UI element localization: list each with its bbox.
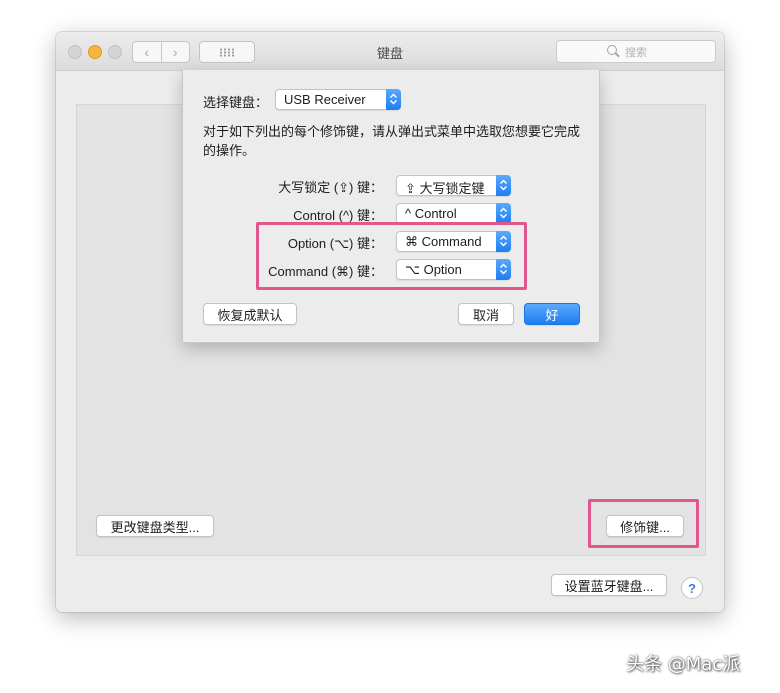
search-input[interactable]: 搜索 — [556, 40, 716, 63]
help-button[interactable]: ? — [681, 577, 703, 599]
keyboard-select[interactable]: USB Receiver — [275, 89, 401, 110]
control-action-value: ^ Control — [405, 206, 457, 221]
caps-lock-action-select[interactable]: ⇪ 大写锁定键 — [396, 175, 511, 196]
title-bar: ‹ › 键盘 搜索 — [56, 32, 724, 71]
caps-lock-key-label: 大写锁定 (⇪) 键： — [278, 180, 383, 195]
chevron-updown-icon — [386, 89, 401, 110]
search-icon — [607, 45, 617, 55]
change-keyboard-type-button[interactable]: 更改键盘类型... — [96, 515, 214, 537]
restore-defaults-button[interactable]: 恢复成默认 — [203, 303, 297, 325]
ok-button[interactable]: 好 — [524, 303, 580, 325]
question-mark-icon: ? — [688, 580, 696, 596]
description-text: 对于如下列出的每个修饰键，请从弹出式菜单中选取您想要它完成的操作。 — [203, 124, 581, 158]
caps-lock-action-value: ⇪ 大写锁定键 — [405, 181, 485, 196]
select-keyboard-label: 选择键盘： — [203, 95, 269, 110]
highlight-box-modifier-keys — [588, 499, 699, 548]
modifier-keys-sheet: 选择键盘： USB Receiver 对于如下列出的每个修饰键，请从弹出式菜单中… — [182, 70, 600, 343]
highlight-box-option-command — [256, 222, 527, 290]
setup-bluetooth-keyboard-button[interactable]: 设置蓝牙键盘... — [551, 574, 667, 596]
keyboard-select-value: USB Receiver — [284, 92, 366, 107]
search-placeholder: 搜索 — [625, 47, 647, 59]
chevron-updown-icon — [496, 175, 511, 196]
cancel-button[interactable]: 取消 — [458, 303, 514, 325]
chevron-updown-icon — [496, 203, 511, 224]
control-action-select[interactable]: ^ Control — [396, 203, 511, 224]
watermark-text: 头条 @Mac派 — [626, 654, 741, 675]
